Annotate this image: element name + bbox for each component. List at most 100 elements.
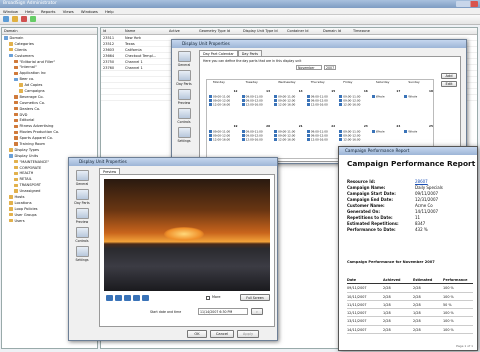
next-icon[interactable] bbox=[133, 295, 140, 301]
column-header[interactable]: Active bbox=[169, 28, 199, 35]
menu-item[interactable]: Reports bbox=[41, 9, 56, 14]
menu-item[interactable]: Views bbox=[63, 9, 74, 14]
column-header[interactable]: Display Unit Type Id bbox=[243, 28, 287, 35]
day-part-entry[interactable]: 12:00-16:00 bbox=[306, 138, 328, 142]
menu-item[interactable]: Help bbox=[105, 9, 114, 14]
folder-icon bbox=[14, 112, 18, 117]
sidebar-icon bbox=[177, 89, 191, 100]
table-row: 13/11/2007 2/28 2/28 100 % bbox=[347, 317, 473, 326]
toolbar bbox=[0, 15, 480, 25]
filter-icon[interactable] bbox=[30, 16, 37, 22]
day-part-icon bbox=[209, 99, 212, 102]
year-select[interactable]: 2007 bbox=[324, 65, 336, 70]
tree-item-label: RETAIL bbox=[19, 177, 32, 182]
day-part-entry[interactable]: 12:00-16:00 bbox=[274, 103, 295, 107]
sunset-preview-image bbox=[104, 179, 270, 291]
menu-item[interactable]: Windows bbox=[81, 9, 98, 14]
column-header[interactable]: Container Id bbox=[287, 28, 323, 35]
day-part-entry[interactable]: 12:00-16:00 bbox=[339, 138, 360, 142]
window-controls[interactable] bbox=[456, 1, 478, 7]
day-part-time: 12:00-16:00 bbox=[343, 137, 361, 142]
preview-pane: More Full Screen Start date and time 11/… bbox=[99, 174, 275, 327]
menu-item[interactable]: Help bbox=[25, 9, 34, 14]
sidebar-button[interactable]: General bbox=[72, 170, 92, 186]
tree-item-label: Application Inc bbox=[19, 71, 47, 76]
column-header[interactable]: Name bbox=[125, 28, 169, 35]
tree-item-label: Beer co. bbox=[19, 77, 35, 82]
day-part-entry[interactable]: 12:00-16:00 bbox=[241, 138, 263, 142]
add-button[interactable]: Add bbox=[441, 73, 457, 79]
more-checkbox[interactable] bbox=[206, 296, 210, 300]
first-icon[interactable] bbox=[106, 295, 113, 301]
start-date-input[interactable]: 11/14/2007 6:30 PM bbox=[198, 308, 248, 315]
column-header[interactable]: Geometry Type Id bbox=[199, 28, 243, 35]
folder-icon bbox=[14, 142, 18, 146]
tree-item-label: Categories bbox=[14, 41, 34, 46]
go-button[interactable]: › bbox=[251, 308, 263, 315]
refresh-icon[interactable] bbox=[3, 16, 9, 22]
sidebar-icon bbox=[75, 208, 89, 219]
day-part-time: 12:00-16:00 bbox=[278, 137, 296, 142]
edit-button[interactable]: Edit bbox=[441, 81, 457, 87]
sidebar-button[interactable]: Controls bbox=[174, 108, 194, 124]
tree-item-label: "Internal" bbox=[19, 65, 37, 70]
ok-button[interactable]: OK bbox=[187, 330, 207, 338]
day-part-icon bbox=[209, 138, 212, 141]
column-header[interactable]: Domain Id bbox=[323, 28, 353, 35]
date-number: 16 bbox=[363, 89, 368, 93]
folder-icon bbox=[19, 89, 23, 93]
apply-button[interactable]: Apply bbox=[237, 330, 259, 338]
day-part-entry[interactable]: 12:00-16:00 bbox=[306, 102, 328, 107]
sidebar-button[interactable]: Preview bbox=[174, 89, 194, 105]
tree-item-label: TRANSPORT bbox=[19, 183, 41, 188]
day-part-entry[interactable]: Whole bbox=[371, 129, 385, 134]
sidebar-button[interactable]: Settings bbox=[174, 127, 194, 143]
day-part-time: 12:00-16:00 bbox=[310, 102, 328, 107]
day-part-icon bbox=[339, 103, 343, 106]
cancel-button[interactable]: Cancel bbox=[210, 330, 234, 338]
day-part-entry[interactable]: Whole bbox=[371, 95, 385, 99]
day-part-entry[interactable]: 12:00-16:00 bbox=[339, 103, 360, 107]
tree-item-label: Hosts bbox=[14, 195, 25, 200]
sidebar-button[interactable]: Settings bbox=[72, 246, 92, 262]
month-value: November bbox=[298, 66, 315, 70]
prev-icon[interactable] bbox=[115, 295, 122, 301]
day-part-entry[interactable]: Whole bbox=[404, 130, 417, 134]
table-cell: 100 % bbox=[443, 286, 454, 291]
edit-icon[interactable] bbox=[12, 16, 19, 22]
day-part-icon bbox=[306, 103, 310, 106]
last-icon[interactable] bbox=[142, 295, 149, 301]
sidebar-button[interactable]: Preview bbox=[72, 208, 92, 224]
month-select[interactable]: November bbox=[296, 65, 322, 70]
day-part-icon bbox=[306, 99, 310, 102]
day-part-icon bbox=[209, 134, 212, 137]
sidebar-button[interactable]: Day Parts bbox=[174, 70, 194, 86]
day-part-entry[interactable]: 12:00-16:00 bbox=[274, 138, 295, 142]
day-part-entry[interactable]: 12:00-16:00 bbox=[241, 103, 263, 107]
play-icon[interactable] bbox=[124, 295, 131, 301]
calendar-hint: Here you can define the day parts that a… bbox=[203, 59, 302, 63]
year-value: 2007 bbox=[326, 66, 335, 70]
field-value[interactable]: 28607 bbox=[415, 179, 428, 184]
menu-item[interactable]: Window bbox=[3, 9, 18, 14]
date-number: 18 bbox=[429, 89, 433, 93]
sidebar-button[interactable]: Controls bbox=[72, 227, 92, 243]
tree-item-label: Display Units bbox=[14, 153, 39, 158]
table-row: 09/11/2007 2/28 2/28 100 % bbox=[347, 284, 473, 293]
full-screen-button[interactable]: Full Screen bbox=[240, 294, 270, 301]
column-header[interactable]: Timezone bbox=[353, 28, 393, 35]
day-part-entry[interactable]: Whole bbox=[404, 95, 417, 99]
day-part-icon bbox=[241, 130, 245, 133]
delete-icon[interactable] bbox=[21, 16, 28, 22]
column-header[interactable]: Id bbox=[103, 28, 125, 35]
sidebar-button[interactable]: Day Parts bbox=[72, 189, 92, 205]
table-cell: 11/11/2007 bbox=[347, 302, 367, 307]
day-part-tag: Whole bbox=[375, 129, 385, 134]
day-part-time: 12:00-16:00 bbox=[213, 137, 231, 142]
day-part-entry[interactable]: 12:00-16:00 bbox=[209, 138, 230, 142]
day-part-icon bbox=[209, 130, 212, 133]
sidebar-button[interactable]: General bbox=[174, 51, 194, 67]
date-number: 23 bbox=[363, 124, 368, 128]
date-number: 15 bbox=[331, 89, 336, 93]
day-part-entry[interactable]: 12:00-16:00 bbox=[209, 103, 230, 107]
